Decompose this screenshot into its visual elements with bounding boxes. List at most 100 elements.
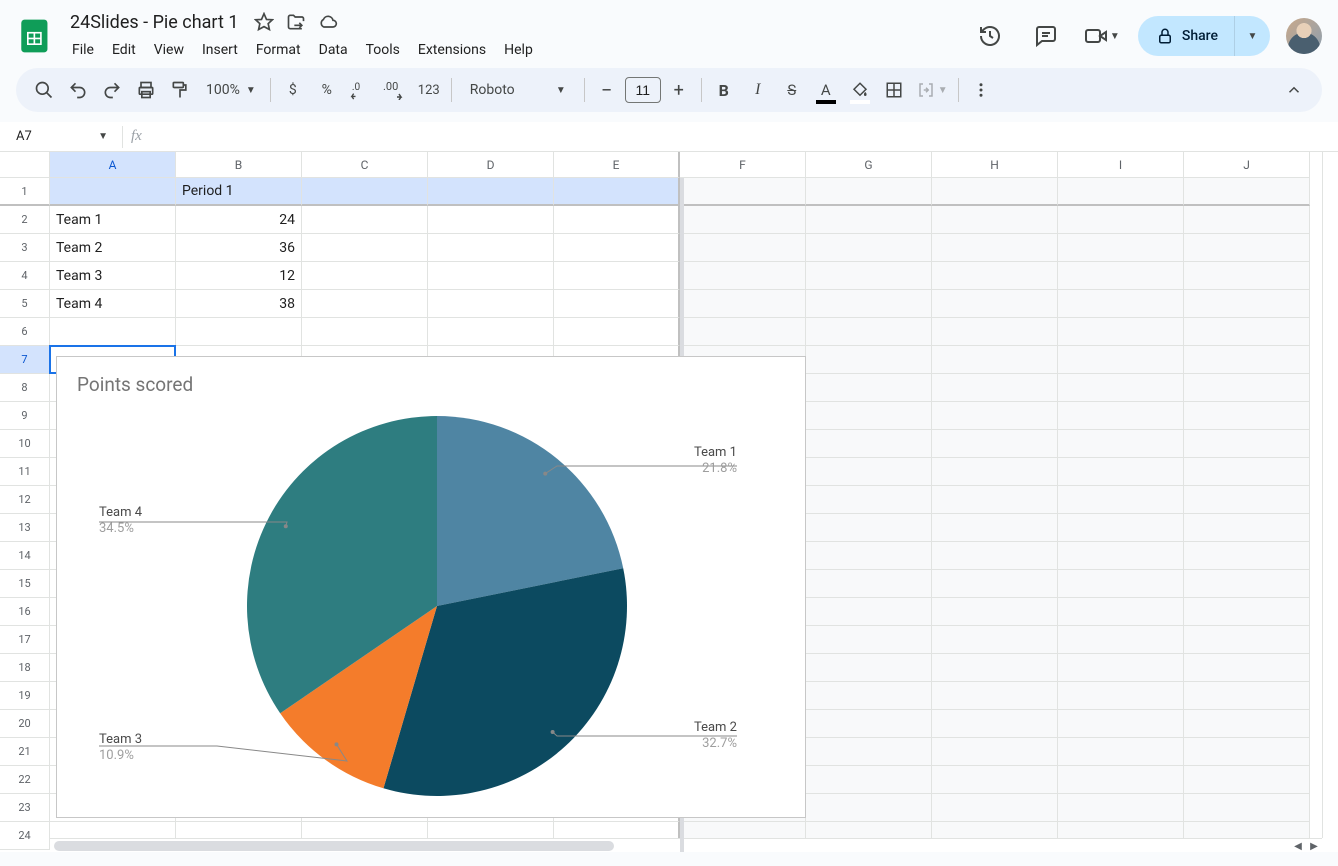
- cell[interactable]: [1058, 682, 1184, 710]
- cell[interactable]: [932, 514, 1058, 542]
- cell[interactable]: [932, 458, 1058, 486]
- column-header[interactable]: I: [1058, 152, 1184, 178]
- cell[interactable]: [932, 738, 1058, 766]
- cell[interactable]: [932, 682, 1058, 710]
- row-header[interactable]: 14: [0, 542, 50, 570]
- font-size-input[interactable]: [625, 77, 661, 103]
- cell[interactable]: [1058, 290, 1184, 318]
- cell[interactable]: [1184, 458, 1310, 486]
- account-avatar[interactable]: [1286, 18, 1322, 54]
- row-header[interactable]: 21: [0, 738, 50, 766]
- sheets-logo[interactable]: [16, 16, 56, 56]
- row-header[interactable]: 17: [0, 626, 50, 654]
- cell[interactable]: [932, 598, 1058, 626]
- cell[interactable]: [1184, 486, 1310, 514]
- cell[interactable]: [1058, 234, 1184, 262]
- name-box[interactable]: A7 ▼: [6, 125, 114, 149]
- cell[interactable]: [1058, 318, 1184, 346]
- cell[interactable]: [806, 598, 932, 626]
- row-header[interactable]: 16: [0, 598, 50, 626]
- row-header[interactable]: 9: [0, 402, 50, 430]
- cell[interactable]: [1184, 262, 1310, 290]
- cell[interactable]: [302, 178, 428, 206]
- bold-icon[interactable]: B: [708, 74, 740, 106]
- decrease-font-icon[interactable]: −: [591, 74, 623, 106]
- cell[interactable]: [554, 234, 680, 262]
- cell[interactable]: [806, 514, 932, 542]
- row-header[interactable]: 2: [0, 206, 50, 234]
- merge-cells-icon[interactable]: ▼: [912, 74, 952, 106]
- cell[interactable]: [932, 766, 1058, 794]
- cell[interactable]: [680, 290, 806, 318]
- cell[interactable]: [1184, 794, 1310, 822]
- cell[interactable]: [680, 206, 806, 234]
- cell[interactable]: [932, 206, 1058, 234]
- cell[interactable]: [806, 710, 932, 738]
- row-header[interactable]: 18: [0, 654, 50, 682]
- row-header[interactable]: 11: [0, 458, 50, 486]
- row-header[interactable]: 7: [0, 346, 50, 374]
- cell[interactable]: [806, 234, 932, 262]
- percent-icon[interactable]: %: [311, 74, 343, 106]
- text-color-icon[interactable]: A: [810, 74, 842, 106]
- menu-file[interactable]: File: [64, 38, 102, 62]
- scroll-left-icon[interactable]: ◀: [1290, 839, 1306, 852]
- cell[interactable]: [680, 178, 806, 206]
- row-header[interactable]: 4: [0, 262, 50, 290]
- cell[interactable]: [302, 206, 428, 234]
- cell[interactable]: [1184, 738, 1310, 766]
- fill-color-icon[interactable]: [844, 74, 876, 106]
- cell[interactable]: [1058, 402, 1184, 430]
- column-header[interactable]: B: [176, 152, 302, 178]
- increase-font-icon[interactable]: +: [663, 74, 695, 106]
- cell[interactable]: [806, 374, 932, 402]
- cell[interactable]: 36: [176, 234, 302, 262]
- cell[interactable]: [428, 206, 554, 234]
- cell[interactable]: [428, 290, 554, 318]
- menu-insert[interactable]: Insert: [194, 38, 246, 62]
- spreadsheet-grid[interactable]: ABCDEFGHIJ1Period 12Team 1243Team 2364Te…: [0, 152, 1338, 852]
- cell[interactable]: [1184, 654, 1310, 682]
- strikethrough-icon[interactable]: S: [776, 74, 808, 106]
- cell[interactable]: [1058, 542, 1184, 570]
- row-header[interactable]: 23: [0, 794, 50, 822]
- cell[interactable]: Team 1: [50, 206, 176, 234]
- borders-icon[interactable]: [878, 74, 910, 106]
- row-header[interactable]: 24: [0, 822, 50, 850]
- cell[interactable]: [428, 262, 554, 290]
- collapse-toolbar-icon[interactable]: [1278, 74, 1310, 106]
- cell[interactable]: [1058, 598, 1184, 626]
- row-header[interactable]: 15: [0, 570, 50, 598]
- cell[interactable]: [932, 570, 1058, 598]
- cell[interactable]: [1184, 206, 1310, 234]
- cell[interactable]: [1184, 514, 1310, 542]
- cell[interactable]: [1058, 626, 1184, 654]
- cell[interactable]: [1058, 262, 1184, 290]
- cell[interactable]: [932, 710, 1058, 738]
- cell[interactable]: [1058, 178, 1184, 206]
- cell[interactable]: Team 4: [50, 290, 176, 318]
- cell[interactable]: [806, 654, 932, 682]
- cell[interactable]: [680, 234, 806, 262]
- zoom-select[interactable]: 100%▼: [198, 74, 264, 106]
- cell[interactable]: [1184, 766, 1310, 794]
- menu-data[interactable]: Data: [311, 38, 356, 62]
- cell[interactable]: [932, 346, 1058, 374]
- column-header[interactable]: F: [680, 152, 806, 178]
- cell[interactable]: [428, 234, 554, 262]
- cell[interactable]: [1184, 710, 1310, 738]
- comments-icon[interactable]: [1026, 16, 1066, 56]
- formula-input[interactable]: [150, 122, 1338, 151]
- column-header[interactable]: C: [302, 152, 428, 178]
- cell[interactable]: [1058, 374, 1184, 402]
- row-header[interactable]: 22: [0, 766, 50, 794]
- cell[interactable]: [176, 318, 302, 346]
- cell[interactable]: [1058, 710, 1184, 738]
- row-header[interactable]: 10: [0, 430, 50, 458]
- menu-format[interactable]: Format: [248, 38, 309, 62]
- italic-icon[interactable]: I: [742, 74, 774, 106]
- cloud-status-icon[interactable]: [316, 10, 340, 34]
- cell[interactable]: [806, 206, 932, 234]
- share-button[interactable]: Share: [1138, 16, 1234, 56]
- cell[interactable]: [1184, 290, 1310, 318]
